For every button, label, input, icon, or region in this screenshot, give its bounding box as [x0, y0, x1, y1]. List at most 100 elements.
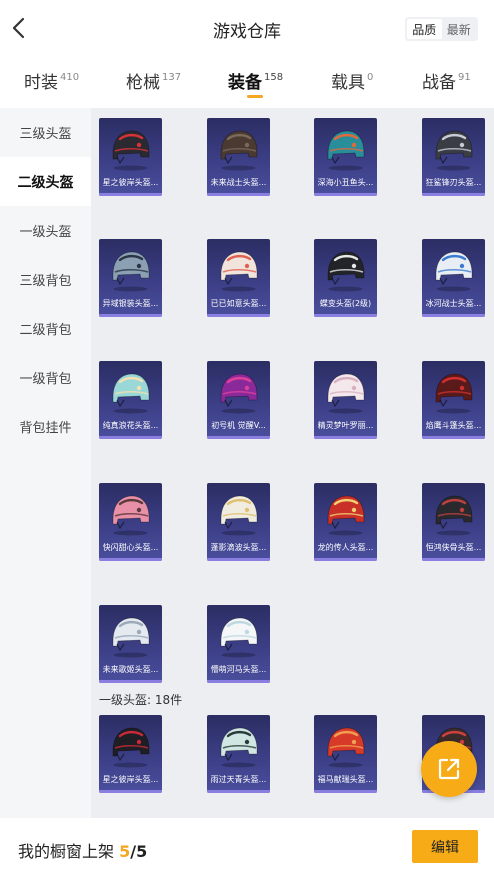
tab-label: 枪械	[126, 73, 160, 93]
tab-label: 装备	[228, 73, 262, 93]
tab-count: 0	[367, 72, 374, 83]
helmet-card-name: 初号机 觉醒V...	[211, 421, 266, 430]
helmet-card-name: 深海小丑鱼头...	[317, 178, 374, 187]
tab-count: 410	[60, 72, 80, 83]
tab-count: 137	[162, 72, 182, 83]
category-tabs: 时装 410 枪械 137 装备 158 载具 0 战备 91	[0, 58, 494, 108]
helmet-card-name: 狂鲨锋刃头盔...	[425, 178, 482, 187]
tab-count: 91	[458, 72, 471, 83]
helmet-card-name: 已已如意头盔...	[210, 299, 267, 308]
share-icon	[438, 758, 460, 780]
helmet-card[interactable]: 纯真浪花头盔...	[99, 361, 162, 439]
sidebar-item-level3-helmet[interactable]: 三级头盔	[0, 108, 91, 157]
helmet-icon	[112, 251, 150, 292]
helmet-icon	[435, 251, 473, 292]
helmet-icon	[220, 373, 258, 414]
helmet-icon	[112, 727, 150, 768]
item-grid: 一级头盔: 18件 星之彼岸头盔... 未来战士头盔... 深海小丑鱼头... 狂鲨锋…	[91, 108, 494, 818]
helmet-card-name: 福马献瑞头盔...	[317, 775, 374, 784]
sidebar: 三级头盔 二级头盔 一级头盔 三级背包 二级背包 一级背包 背包挂件	[0, 108, 91, 818]
helmet-card-name: 龙的传人头盔...	[317, 543, 374, 552]
helmet-icon	[327, 373, 365, 414]
helmet-card-name: 蓬影滴波头盔...	[210, 543, 267, 552]
helmet-card[interactable]: 恒鸿侠骨头盔...	[422, 483, 485, 561]
helmet-card[interactable]: 未来战士头盔...	[207, 118, 270, 196]
helmet-card[interactable]: 深海小丑鱼头...	[314, 118, 377, 196]
helmet-icon	[220, 617, 258, 658]
showcase-current-count: 5	[119, 842, 131, 861]
sort-quality-option[interactable]: 品质	[407, 19, 442, 39]
tab-label: 载具	[331, 73, 365, 93]
helmet-icon	[435, 373, 473, 414]
tab-supplies[interactable]: 战备 91	[422, 68, 471, 93]
helmet-card[interactable]: 未来歌姬头盔...	[99, 605, 162, 683]
bottom-bar: 我的橱窗上架 5/5 编辑	[0, 818, 494, 875]
helmet-card[interactable]: 快闪甜心头盔...	[99, 483, 162, 561]
top-bar: 游戏仓库 品质 最新	[0, 0, 494, 58]
tab-label: 战备	[422, 73, 456, 93]
helmet-card-name: 蝶变头盔(2级)	[319, 299, 372, 308]
helmet-icon	[327, 495, 365, 536]
helmet-card[interactable]: 异域银装头盔...	[99, 239, 162, 317]
helmet-card-name: 异域银装头盔...	[102, 299, 159, 308]
showcase-total-count: 5	[136, 842, 148, 861]
helmet-icon	[327, 130, 365, 171]
sidebar-item-backpack-charm[interactable]: 背包挂件	[0, 402, 91, 451]
helmet-icon	[112, 373, 150, 414]
helmet-card[interactable]: 龙的传人头盔...	[314, 483, 377, 561]
helmet-card-name: 未来歌姬头盔...	[102, 665, 159, 674]
helmet-card[interactable]: 狂鲨锋刃头盔...	[422, 118, 485, 196]
helmet-card[interactable]: 冰河战士头盔...	[422, 239, 485, 317]
sidebar-item-level2-backpack[interactable]: 二级背包	[0, 304, 91, 353]
helmet-icon	[112, 130, 150, 171]
helmet-card[interactable]: 雨过天青头盔...	[207, 715, 270, 793]
helmet-card[interactable]: 福马献瑞头盔...	[314, 715, 377, 793]
helmet-icon	[220, 495, 258, 536]
tab-label: 时装	[24, 73, 58, 93]
helmet-card[interactable]: 星之彼岸头盔...	[99, 118, 162, 196]
helmet-card[interactable]: 初号机 觉醒V...	[207, 361, 270, 439]
helmet-card-name: 雨过天青头盔...	[210, 775, 267, 784]
helmet-card[interactable]: 懵萌河马头盔...	[207, 605, 270, 683]
helmet-icon	[435, 130, 473, 171]
showcase-label: 我的橱窗上架	[18, 842, 115, 861]
helmet-card-name: 纯真浪花头盔...	[102, 421, 159, 430]
helmet-card[interactable]: 星之彼岸头盔...	[99, 715, 162, 793]
helmet-card[interactable]: 蝶变头盔(2级)	[314, 239, 377, 317]
section-label: 一级头盔: 18件	[99, 693, 183, 707]
active-tab-indicator	[247, 95, 263, 98]
helmet-card-name: 星之彼岸头盔...	[102, 775, 159, 784]
tab-fashion[interactable]: 时装 410	[24, 68, 79, 93]
helmet-card-name: 焰鹰斗篷头盔...	[425, 421, 482, 430]
helmet-icon	[435, 495, 473, 536]
edit-button[interactable]: 编辑	[412, 830, 478, 863]
sidebar-item-level2-helmet[interactable]: 二级头盔	[0, 157, 91, 206]
share-button[interactable]	[421, 741, 477, 797]
tab-vehicles[interactable]: 载具 0	[331, 68, 373, 93]
helmet-card-name: 精灵梦叶罗丽...	[317, 421, 374, 430]
helmet-icon	[327, 727, 365, 768]
sort-newest-option[interactable]: 最新	[442, 19, 477, 39]
helmet-icon	[220, 130, 258, 171]
helmet-card-name: 恒鸿侠骨头盔...	[425, 543, 482, 552]
helmet-card-name: 懵萌河马头盔...	[210, 665, 267, 674]
helmet-card-name: 冰河战士头盔...	[425, 299, 482, 308]
tab-count: 158	[264, 72, 284, 83]
sidebar-item-level1-helmet[interactable]: 一级头盔	[0, 206, 91, 255]
helmet-card[interactable]: 精灵梦叶罗丽...	[314, 361, 377, 439]
showcase-status: 我的橱窗上架 5/5	[18, 838, 147, 862]
helmet-icon	[112, 617, 150, 658]
helmet-card[interactable]: 蓬影滴波头盔...	[207, 483, 270, 561]
helmet-card[interactable]: 已已如意头盔...	[207, 239, 270, 317]
helmet-icon	[327, 251, 365, 292]
sidebar-item-level3-backpack[interactable]: 三级背包	[0, 255, 91, 304]
helmet-card-name: 快闪甜心头盔...	[102, 543, 159, 552]
tab-weapons[interactable]: 枪械 137	[126, 68, 181, 93]
helmet-icon	[112, 495, 150, 536]
helmet-card-name: 未来战士头盔...	[210, 178, 267, 187]
helmet-card-name: 星之彼岸头盔...	[102, 178, 159, 187]
helmet-icon	[220, 727, 258, 768]
helmet-card[interactable]: 焰鹰斗篷头盔...	[422, 361, 485, 439]
tab-equipment[interactable]: 装备 158	[228, 68, 283, 93]
sidebar-item-level1-backpack[interactable]: 一级背包	[0, 353, 91, 402]
